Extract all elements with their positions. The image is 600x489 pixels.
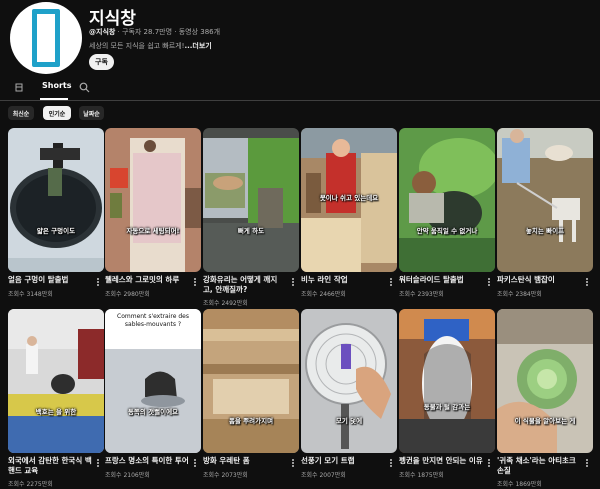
view-count: 조회수 3148만회 (8, 291, 53, 298)
avatar-logo (32, 9, 60, 67)
video-title[interactable]: 외국에서 감탄한 한국식 백 핸드 교육 (8, 456, 92, 476)
filter-oldest[interactable]: 날짜순 (79, 106, 104, 120)
more-options-icon[interactable] (585, 458, 589, 468)
more-options-icon[interactable] (193, 458, 197, 468)
search-icon[interactable] (79, 82, 90, 93)
video-title-line2: 고, 안깨질까? (203, 285, 248, 294)
video-title-line1: '귀족 채소'라는 아티초크 (497, 456, 576, 465)
video-thumbnail[interactable] (105, 128, 201, 272)
more-options-icon[interactable] (389, 458, 393, 468)
home-icon[interactable] (15, 82, 23, 92)
video-thumbnail[interactable] (203, 128, 299, 272)
subscriber-count: 구독자 28.7만명 (122, 28, 173, 36)
more-options-icon[interactable] (585, 277, 589, 287)
thumbnail-caption: 폼을 뿌려가지며 (228, 417, 274, 425)
thumbnail-caption: 이 식물을 알아보는 게 (514, 417, 576, 425)
subscribe-button[interactable]: 구독 (89, 54, 114, 70)
video-thumbnail[interactable] (399, 309, 495, 453)
video-thumbnail[interactable] (105, 309, 201, 453)
video-title[interactable]: 파키스탄식 뱀잡이 (497, 275, 581, 285)
filter-latest[interactable]: 최신순 (8, 106, 34, 120)
more-options-icon[interactable] (291, 458, 295, 468)
channel-meta: @지식창 · 구독자 28.7만명 · 동영상 386개 (89, 27, 220, 37)
view-count: 조회수 2275만회 (8, 481, 53, 488)
view-count: 조회수 2980만회 (105, 291, 150, 298)
video-title-line2: 핸드 교육 (8, 466, 39, 475)
more-options-icon[interactable] (96, 277, 100, 287)
thumbnail-caption: 놓치는 빠이프 (525, 227, 565, 235)
video-title[interactable]: 방화 우레탄 폼 (203, 456, 287, 466)
video-thumbnail[interactable] (8, 309, 104, 453)
video-thumbnail[interactable] (497, 128, 593, 272)
video-title[interactable]: 프랑스 명소의 특이한 투어 (105, 456, 189, 466)
video-title-line2: 손질 (497, 466, 511, 475)
more-options-icon[interactable] (487, 277, 491, 287)
video-title[interactable]: 펭귄을 만지면 안되는 이유 (399, 456, 483, 466)
more-options-icon[interactable] (389, 277, 393, 287)
video-count: 동영상 386개 (178, 28, 221, 36)
channel-name: 지식창 (89, 9, 136, 29)
tab-shorts[interactable]: Shorts (42, 81, 71, 90)
video-title-line1: 방화 우레탄 폼 (203, 456, 250, 465)
thumbnail-caption: 모기 덫에 (335, 417, 363, 425)
thumbnail-caption: 동쪽의 갯뻘이에요 (127, 408, 179, 416)
video-title[interactable]: 워터슬라이드 탈출법 (399, 275, 483, 285)
more-link[interactable]: ...더보기 (184, 42, 211, 50)
more-options-icon[interactable] (96, 458, 100, 468)
video-thumbnail[interactable] (399, 128, 495, 272)
video-title[interactable]: 얼음 구멍이 탈출법 (8, 275, 92, 285)
channel-avatar[interactable] (10, 2, 82, 74)
view-count: 조회수 2007만회 (301, 472, 346, 479)
thumbnail-caption: 얇은 구멍이도 (36, 227, 76, 235)
meta-separator: · (172, 28, 179, 36)
thumbnail-overlay-text: Comment s'extraire des sables-mouvants ? (117, 313, 189, 328)
video-title-line1: 프랑스 명소의 특이한 투어 (105, 456, 189, 465)
channel-handle: @지식창 (89, 28, 116, 36)
video-thumbnail[interactable] (301, 309, 397, 453)
thumbnail-caption: 안약 움직일 수 없거나 (416, 227, 478, 235)
thumbnail-caption: 뻐게 하도 (237, 227, 265, 235)
video-thumbnail[interactable] (203, 309, 299, 453)
video-thumbnail[interactable] (497, 309, 593, 453)
view-count: 조회수 1875만회 (399, 472, 444, 479)
video-title[interactable]: 웰레스와 그로밋의 하루 (105, 275, 189, 285)
video-thumbnail[interactable] (8, 128, 104, 272)
thumbnail-caption: 동물과 털 감과는 (423, 403, 471, 411)
video-title-line1: 펭귄을 만지면 안되는 이유 (399, 456, 483, 465)
video-title-line1: 웰레스와 그로밋의 하루 (105, 275, 180, 284)
more-options-icon[interactable] (193, 277, 197, 287)
view-count: 조회수 2492만회 (203, 300, 248, 307)
channel-description[interactable]: 세상의 모든 지식을 쉽고 빠르게!...더보기 (89, 41, 212, 51)
thumbnail-caption: 자동으로 세팅되어! (126, 227, 180, 235)
video-title-line1: 외국에서 감탄한 한국식 백 (8, 456, 92, 465)
video-title-line1: 워터슬라이드 탈출법 (399, 275, 464, 284)
view-count: 조회수 2106만회 (105, 472, 150, 479)
tab-selected-indicator (40, 98, 68, 100)
description-text: 세상의 모든 지식을 쉽고 빠르게! (89, 42, 185, 50)
view-count: 조회수 2073만회 (203, 472, 248, 479)
more-options-icon[interactable] (291, 277, 295, 287)
video-title-line1: 파키스탄식 뱀잡이 (497, 275, 555, 284)
video-title-line1: 강화유리는 어떻게 깨지 (203, 275, 278, 284)
view-count: 조회수 1869만회 (497, 481, 542, 488)
more-options-icon[interactable] (487, 458, 491, 468)
filter-popular[interactable]: 인기순 (43, 106, 71, 120)
channel-tabs: Shorts (0, 78, 600, 101)
view-count: 조회수 2466만회 (301, 291, 346, 298)
video-title-line1: 비누 라인 작업 (301, 275, 348, 284)
video-title[interactable]: 강화유리는 어떻게 깨지 고, 안깨질까? (203, 275, 287, 295)
video-title[interactable]: 선풍기 모기 트랩 (301, 456, 385, 466)
video-title-line1: 선풍기 모기 트랩 (301, 456, 355, 465)
video-title[interactable]: '귀족 채소'라는 아티초크 손질 (497, 456, 581, 476)
video-title-line1: 얼음 구멍이 탈출법 (8, 275, 69, 284)
video-title[interactable]: 비누 라인 작업 (301, 275, 385, 285)
thumbnail-caption: 백호는 을 위한 (35, 408, 77, 416)
view-count: 조회수 2393만회 (399, 291, 444, 298)
thumbnail-caption: 못이나 쉬고 있는데요 (319, 194, 379, 202)
meta-separator: · (115, 28, 123, 36)
channel-header: 지식창 @지식창 · 구독자 28.7만명 · 동영상 386개 세상의 모든 … (0, 0, 600, 78)
view-count: 조회수 2384만회 (497, 291, 542, 298)
